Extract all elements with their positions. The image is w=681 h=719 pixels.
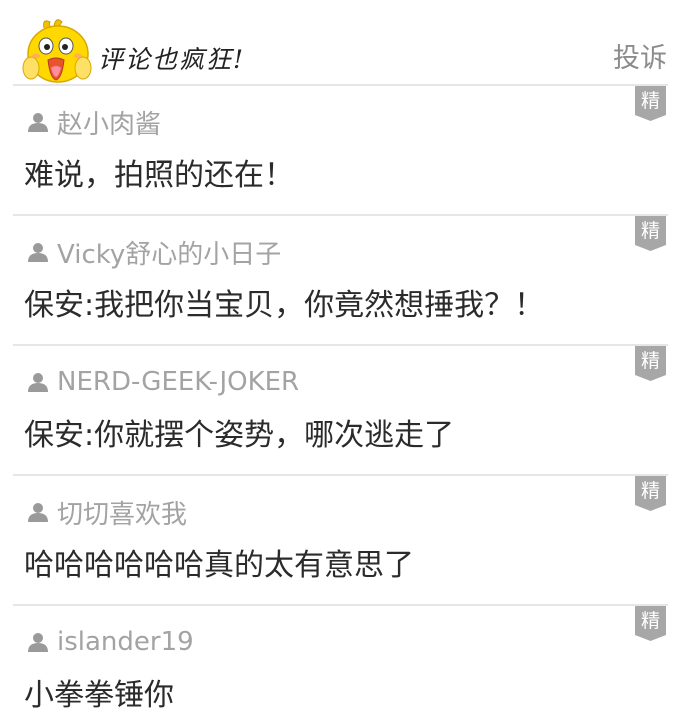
report-button[interactable]: 投诉 [613, 36, 667, 75]
comment-text: 保安:我把你当宝贝，你竟然想捶我？！ [24, 288, 545, 323]
comment-author-row: Vicky舒心的小日子 [27, 234, 281, 271]
comment-item: 精 islander19 小拳拳锤你 [13, 604, 668, 719]
comment-text: 哈哈哈哈哈哈真的太有意思了 [24, 548, 414, 583]
featured-badge: 精 [635, 606, 666, 641]
comment-author-name[interactable]: NERD-GEEK-JOKER [57, 367, 299, 397]
comment-author-row: 切切喜欢我 [27, 494, 187, 531]
user-icon [27, 371, 49, 393]
user-icon [27, 501, 49, 523]
comment-list: 精 赵小肉酱 难说，拍照的还在！ 精 Vicky舒心的小日子 保安:我把你当宝贝… [0, 84, 681, 719]
featured-badge: 精 [635, 346, 666, 381]
comment-author-row: 赵小肉酱 [27, 104, 161, 141]
comment-author-row: islander19 [27, 626, 194, 658]
comment-author-name[interactable]: 赵小肉酱 [57, 104, 161, 141]
comment-item: 精 切切喜欢我 哈哈哈哈哈哈真的太有意思了 [13, 474, 668, 604]
user-icon [27, 111, 49, 133]
comment-author-name[interactable]: Vicky舒心的小日子 [57, 234, 281, 271]
user-icon [27, 631, 49, 653]
comment-item: 精 Vicky舒心的小日子 保安:我把你当宝贝，你竟然想捶我？！ [13, 214, 668, 344]
comment-author-name[interactable]: 切切喜欢我 [57, 494, 187, 531]
page-title: 评论也疯狂! [98, 45, 246, 74]
featured-badge-label: 精 [640, 220, 660, 242]
comments-page: 评论也疯狂! 投诉 精 赵小肉酱 难说，拍照的还在！ 精 Vicky舒心的小日子… [0, 0, 681, 719]
featured-badge-label: 精 [640, 90, 660, 112]
comment-text: 保安:你就摆个姿势，哪次逃走了 [24, 418, 455, 453]
featured-badge-label: 精 [640, 350, 660, 372]
featured-badge: 精 [635, 86, 666, 121]
featured-badge: 精 [635, 216, 666, 251]
comment-text: 小拳拳锤你 [24, 678, 174, 713]
featured-badge-label: 精 [640, 480, 660, 502]
comment-text: 难说，拍照的还在！ [24, 158, 294, 193]
comment-author-row: NERD-GEEK-JOKER [27, 366, 299, 398]
featured-badge: 精 [635, 476, 666, 511]
chick-mascot-icon [22, 18, 92, 84]
user-icon [27, 241, 49, 263]
comment-item: 精 NERD-GEEK-JOKER 保安:你就摆个姿势，哪次逃走了 [13, 344, 668, 474]
header: 评论也疯狂! 投诉 [0, 0, 681, 86]
comment-author-name[interactable]: islander19 [57, 627, 194, 657]
comment-item: 精 赵小肉酱 难说，拍照的还在！ [13, 84, 668, 214]
featured-badge-label: 精 [640, 610, 660, 632]
